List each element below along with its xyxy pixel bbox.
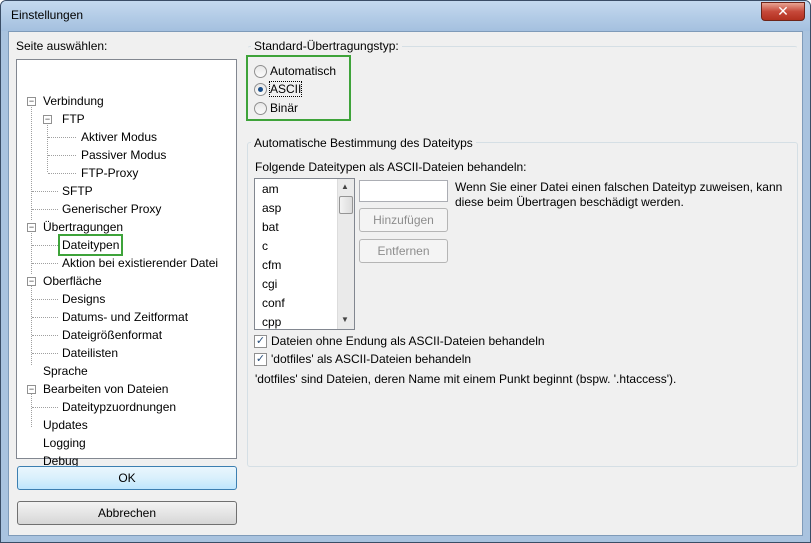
- page-select-heading: Seite auswählen:: [16, 39, 108, 53]
- dialog-client-area: Seite auswählen: − Verbindung − FTP Akti…: [8, 31, 803, 536]
- remove-button[interactable]: Entfernen: [359, 239, 448, 263]
- radio-automatisch-label[interactable]: Automatisch: [270, 64, 336, 78]
- tree-item-label: Oberfläche: [43, 274, 102, 288]
- collapse-icon[interactable]: −: [27, 277, 36, 286]
- settings-window: Einstellungen ✕ Seite auswählen: − Verbi…: [0, 0, 811, 543]
- tree-item-label: FTP-Proxy: [81, 166, 139, 180]
- tree-line: [47, 120, 48, 172]
- tree-line: [31, 393, 32, 427]
- tree-item-label: Verbindung: [43, 94, 104, 108]
- checkbox-no-extension[interactable]: ✓: [254, 335, 267, 348]
- ok-button[interactable]: OK: [17, 466, 237, 490]
- tree-line: [31, 105, 32, 220]
- dotfiles-note: 'dotfiles' sind Dateien, deren Name mit …: [255, 372, 677, 386]
- tree-line: [32, 263, 58, 264]
- tree-line: [48, 173, 76, 174]
- list-item[interactable]: cgi: [262, 275, 277, 294]
- collapse-icon[interactable]: −: [27, 223, 36, 232]
- tree-item-label: FTP: [62, 112, 85, 126]
- tree-line: [48, 155, 76, 156]
- tree-item-label: Aktiver Modus: [81, 130, 158, 144]
- list-item[interactable]: cpp: [262, 313, 281, 329]
- list-item[interactable]: cfm: [262, 256, 281, 275]
- list-item[interactable]: bat: [262, 218, 279, 237]
- collapse-icon[interactable]: −: [27, 385, 36, 394]
- tree-line: [32, 191, 58, 192]
- tree-line: [32, 407, 58, 408]
- list-item[interactable]: conf: [262, 294, 285, 313]
- wrong-type-hint: Wenn Sie einer Datei einen falschen Date…: [455, 180, 783, 209]
- list-item[interactable]: asp: [262, 199, 281, 218]
- tree-line: [32, 245, 58, 246]
- tree-item-label: Generischer Proxy: [62, 202, 162, 216]
- collapse-icon[interactable]: −: [43, 115, 52, 124]
- checkbox-no-extension-label[interactable]: Dateien ohne Endung als ASCII-Dateien be…: [271, 334, 545, 348]
- cancel-button[interactable]: Abbrechen: [17, 501, 237, 525]
- radio-binaer[interactable]: [254, 102, 267, 115]
- close-icon[interactable]: ✕: [761, 2, 805, 21]
- tree-item-label: Datums- und Zeitformat: [62, 310, 189, 324]
- tree-line: [32, 353, 58, 354]
- tree-line: [32, 335, 58, 336]
- tree-item-label: Aktion bei existierender Datei: [62, 256, 219, 270]
- radio-ascii[interactable]: [254, 83, 267, 96]
- tree-line: [32, 209, 58, 210]
- tree-item-label: SFTP: [62, 184, 93, 198]
- list-scrollbar[interactable]: ▲ ▼: [337, 179, 354, 329]
- tree-item-label: Sprache: [43, 364, 88, 378]
- scroll-down-icon[interactable]: ▼: [341, 315, 349, 324]
- radio-binaer-label[interactable]: Binär: [270, 101, 298, 115]
- ascii-list-label: Folgende Dateitypen als ASCII-Dateien be…: [255, 160, 527, 174]
- list-item[interactable]: am: [262, 180, 279, 199]
- list-item[interactable]: c: [262, 237, 268, 256]
- auto-detect-heading: Automatische Bestimmung des Dateityps: [251, 136, 476, 150]
- settings-tree[interactable]: − Verbindung − FTP Aktiver Modus Passive…: [16, 59, 237, 468]
- title-bar[interactable]: Einstellungen ✕: [1, 1, 810, 31]
- tree-item-label: Dateigrößenformat: [62, 328, 163, 342]
- add-button[interactable]: Hinzufügen: [359, 208, 448, 232]
- tree-line: [31, 231, 32, 274]
- scroll-thumb[interactable]: [339, 196, 353, 214]
- tree-item-label: Logging: [43, 436, 86, 450]
- transfer-type-heading: Standard-Übertragungstyp:: [251, 39, 402, 53]
- checkbox-dotfiles-label[interactable]: 'dotfiles' als ASCII-Dateien behandeln: [271, 352, 471, 366]
- tree-item-label: Passiver Modus: [81, 148, 167, 162]
- tree-item-label: Bearbeiten von Dateien: [43, 382, 169, 396]
- tree-item-label: Updates: [43, 418, 88, 432]
- extension-input[interactable]: [359, 180, 448, 202]
- tree-line: [32, 299, 58, 300]
- scroll-up-icon[interactable]: ▲: [341, 182, 349, 191]
- tree-item-label-selected: Dateitypen: [57, 234, 124, 256]
- tree-item-label: Dateilisten: [62, 346, 119, 360]
- tree-item-label: Dateitypzuordnungen: [62, 400, 177, 414]
- checkbox-dotfiles[interactable]: ✓: [254, 353, 267, 366]
- tree-item-label: Übertragungen: [43, 220, 124, 234]
- radio-automatisch[interactable]: [254, 65, 267, 78]
- window-title: Einstellungen: [11, 8, 84, 22]
- tree-line: [48, 137, 76, 138]
- collapse-icon[interactable]: −: [27, 97, 36, 106]
- tree-line: [32, 317, 58, 318]
- tree-item-label: Designs: [62, 292, 106, 306]
- radio-ascii-label[interactable]: ASCII: [268, 81, 303, 97]
- extension-list[interactable]: am asp bat c cfm cgi conf cpp ▲ ▼: [254, 178, 355, 330]
